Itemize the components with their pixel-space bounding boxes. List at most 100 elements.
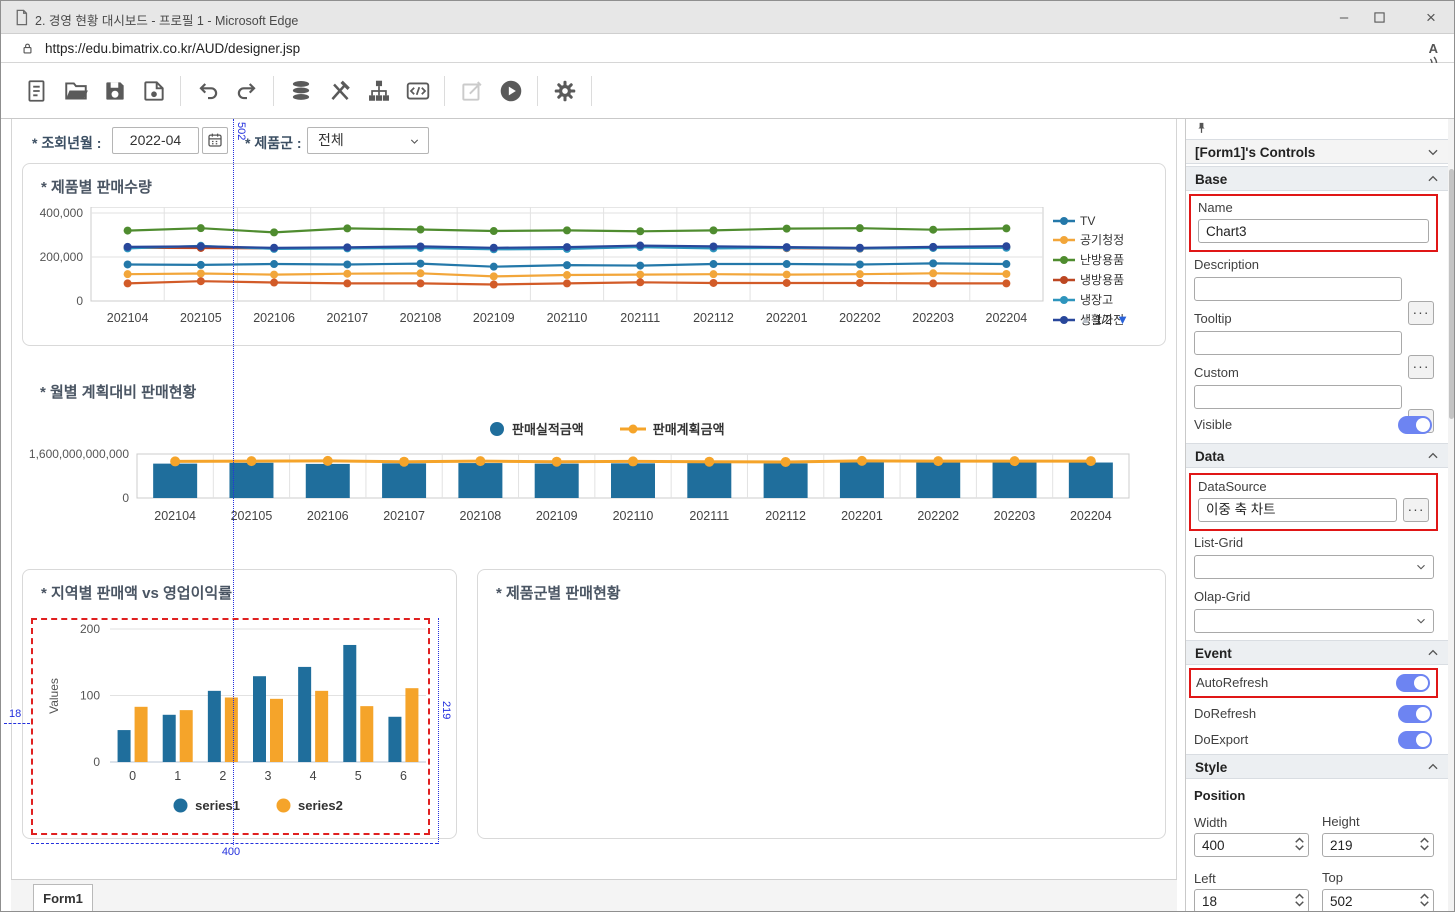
name-input[interactable]	[1198, 219, 1429, 243]
width-input[interactable]	[1194, 833, 1309, 857]
chart2-title: * 월별 계획대비 판매현황	[40, 381, 196, 402]
svg-text:202108: 202108	[400, 311, 442, 325]
redo-icon[interactable]	[234, 78, 260, 104]
legend-item[interactable]: 판매실적금액	[489, 419, 584, 438]
chevron-down-icon	[1415, 615, 1427, 627]
autorefresh-toggle[interactable]	[1396, 674, 1430, 692]
undo-icon[interactable]	[195, 78, 221, 104]
svg-text:202110: 202110	[547, 311, 588, 325]
svg-text:202110: 202110	[613, 509, 654, 523]
panel-scrollbar[interactable]	[1448, 119, 1455, 912]
hierarchy-icon[interactable]	[366, 78, 392, 104]
autorefresh-label: AutoRefresh	[1196, 675, 1268, 690]
minimize-button[interactable]: –	[1329, 5, 1359, 30]
svg-text:202109: 202109	[473, 311, 515, 325]
designer-toolbar	[1, 63, 1454, 119]
pin-icon[interactable]	[1194, 121, 1209, 136]
tab-form1[interactable]: Form1	[33, 884, 93, 912]
tooltip-label: Tooltip	[1194, 311, 1434, 326]
visible-toggle[interactable]	[1398, 416, 1432, 434]
section-event[interactable]: Event	[1186, 640, 1448, 665]
datasource-select[interactable]: 이중 축 차트	[1198, 498, 1397, 522]
olapgrid-select[interactable]	[1194, 609, 1434, 633]
page-icon	[13, 9, 30, 26]
svg-text:202201: 202201	[766, 311, 808, 325]
legend-item[interactable]: 냉장고	[1053, 291, 1155, 308]
height-spinner[interactable]	[1420, 837, 1429, 851]
section-style-label: Style	[1195, 760, 1227, 775]
datasource-editor-button[interactable]: ···	[1403, 498, 1429, 522]
left-input[interactable]	[1194, 889, 1309, 912]
calendar-button[interactable]	[202, 127, 228, 154]
svg-text:202106: 202106	[307, 509, 349, 523]
width-label: Width	[1194, 815, 1227, 830]
section-base[interactable]: Base	[1186, 166, 1448, 191]
section-event-label: Event	[1195, 646, 1232, 661]
controls-header[interactable]: [Form1]'s Controls	[1186, 139, 1448, 164]
section-data-label: Data	[1195, 449, 1224, 464]
section-data[interactable]: Data	[1186, 443, 1448, 468]
doexport-toggle[interactable]	[1398, 731, 1432, 749]
save-icon[interactable]	[102, 78, 128, 104]
settings-icon[interactable]	[552, 78, 578, 104]
script-editor-icon[interactable]	[405, 78, 431, 104]
open-folder-icon[interactable]	[63, 78, 89, 104]
description-label: Description	[1194, 257, 1434, 272]
close-button[interactable]: ×	[1416, 5, 1446, 30]
chart4-title: * 제품군별 판매현황	[496, 582, 621, 603]
top-input[interactable]	[1322, 889, 1434, 912]
form-tab-bar: Form1	[11, 879, 1177, 912]
section-base-label: Base	[1195, 172, 1227, 187]
top-guide-label: 502	[235, 122, 247, 140]
legend-page-up-icon[interactable]: ▲	[1080, 314, 1091, 326]
top-label: Top	[1322, 870, 1343, 885]
width-spinner[interactable]	[1295, 837, 1304, 851]
left-spinner[interactable]	[1295, 893, 1304, 907]
svg-text:202112: 202112	[693, 311, 734, 325]
legend-item[interactable]: 공기청정	[1053, 231, 1155, 248]
custom-input[interactable]	[1194, 385, 1402, 409]
top-spinner[interactable]	[1420, 893, 1429, 907]
dorefresh-toggle[interactable]	[1398, 705, 1432, 723]
tools-icon[interactable]	[327, 78, 353, 104]
listgrid-select[interactable]	[1194, 555, 1434, 579]
visible-label: Visible	[1194, 417, 1232, 432]
description-input[interactable]	[1194, 277, 1402, 301]
legend-item[interactable]: TV	[1053, 214, 1155, 228]
chevron-down-icon	[1426, 145, 1440, 159]
section-style[interactable]: Style	[1186, 754, 1448, 779]
toolbar-divider	[444, 76, 445, 106]
legend-item[interactable]: 냉방용품	[1053, 271, 1155, 288]
legend-item[interactable]: 난방용품	[1053, 251, 1155, 268]
title-bar: 2. 경영 현황 대시보드 - 프로필 1 - Microsoft Edge –…	[1, 1, 1454, 34]
left-label: Left	[1194, 871, 1216, 886]
chart2-legend: 판매실적금액 판매계획금액	[489, 419, 725, 438]
toolbar-divider	[180, 76, 181, 106]
left-guide-line	[4, 723, 30, 724]
tooltip-input[interactable]	[1194, 331, 1402, 355]
svg-text:202204: 202204	[1070, 509, 1112, 523]
date-input[interactable]: 2022-04	[112, 127, 199, 154]
chart4-widget[interactable]: * 제품군별 판매현황	[477, 569, 1166, 839]
height-input[interactable]	[1322, 833, 1434, 857]
url-text[interactable]: https://edu.bimatrix.co.kr/AUD/designer.…	[45, 41, 300, 56]
svg-text:202108: 202108	[460, 509, 502, 523]
legend-page-down-icon[interactable]: ▼	[1116, 312, 1129, 327]
legend-item[interactable]: 판매계획금액	[620, 419, 725, 438]
controls-header-label: [Form1]'s Controls	[1195, 145, 1315, 160]
scrollbar-thumb[interactable]	[1449, 169, 1454, 419]
edit-icon[interactable]	[459, 78, 485, 104]
selection-rectangle[interactable]	[31, 618, 430, 835]
save-as-icon[interactable]	[141, 78, 167, 104]
product-select[interactable]: 전체	[307, 127, 429, 154]
chevron-up-icon	[1426, 760, 1440, 774]
maximize-button[interactable]	[1374, 5, 1404, 30]
run-icon[interactable]	[498, 78, 524, 104]
svg-text:0: 0	[76, 294, 83, 308]
position-label: Position	[1194, 788, 1245, 803]
chart1-widget[interactable]: * 제품별 판매수량 0200,000400,00020210420210520…	[22, 163, 1166, 346]
data-source-icon[interactable]	[288, 78, 314, 104]
svg-text:202202: 202202	[917, 509, 959, 523]
new-document-icon[interactable]	[24, 78, 50, 104]
svg-text:202202: 202202	[839, 311, 881, 325]
